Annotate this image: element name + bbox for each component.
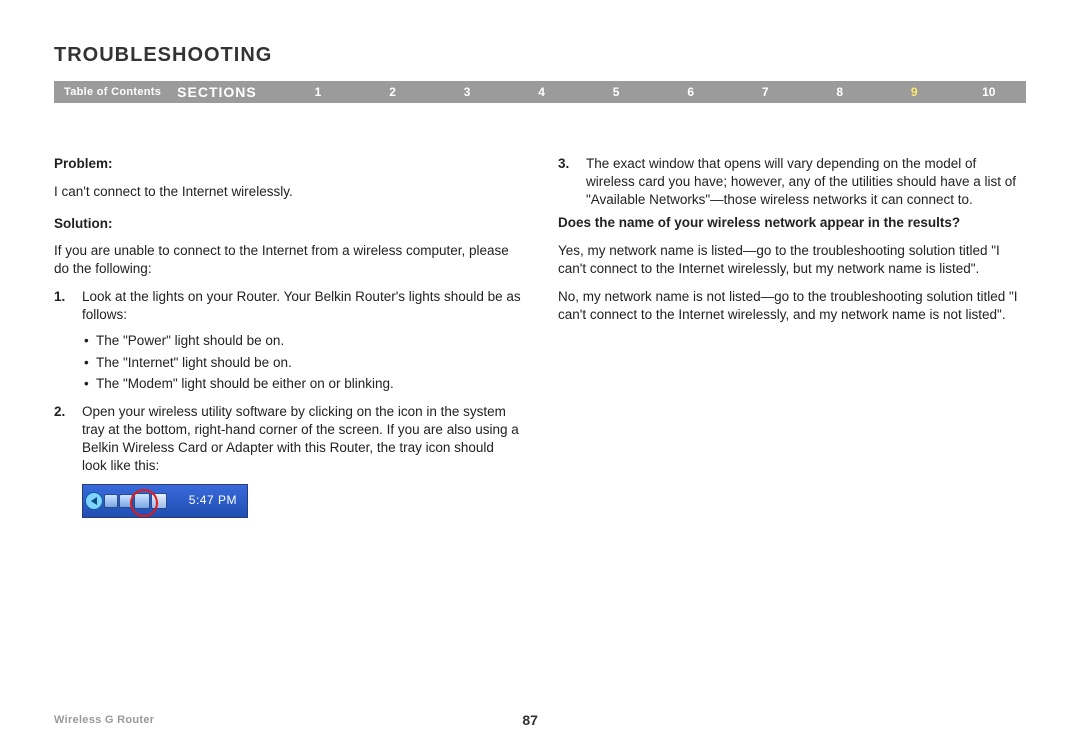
bullet-internet: •The "Internet" light should be on. [82,354,522,372]
bullet-dot-icon: • [82,332,96,350]
step-list: 1. Look at the lights on your Router. Yo… [54,288,522,474]
bullet-modem: •The "Modem" light should be either on o… [82,375,522,393]
question-heading: Does the name of your wireless network a… [558,214,1026,232]
problem-label: Problem: [54,155,522,173]
bullet-text: The "Internet" light should be on. [96,354,292,372]
bullet-dot-icon: • [82,375,96,393]
section-link-8[interactable]: 8 [802,85,877,99]
tray-background: 5:47 PM [82,484,248,518]
step-1: 1. Look at the lights on your Router. Yo… [54,288,522,397]
solution-label: Solution: [54,215,522,233]
step-1-bullets: •The "Power" light should be on. •The "I… [82,332,522,393]
section-link-10[interactable]: 10 [952,85,1027,99]
system-tray-screenshot: 5:47 PM [82,484,248,518]
tray-icon-1 [104,494,118,508]
section-numbers: 1 2 3 4 5 6 7 8 9 10 [281,85,1026,99]
step-2-text: Open your wireless utility software by c… [82,404,519,472]
answer-no: No, my network name is not listed—go to … [558,288,1026,324]
right-column: 3. The exact window that opens will vary… [558,155,1026,518]
bullet-dot-icon: • [82,354,96,372]
content-columns: Problem: I can't connect to the Internet… [54,155,1026,518]
answer-yes: Yes, my network name is listed—go to the… [558,242,1026,278]
footer-page-number: 87 [522,712,538,728]
section-link-5[interactable]: 5 [579,85,654,99]
step-2-number: 2. [54,403,82,474]
bullet-text: The "Modem" light should be either on or… [96,375,394,393]
bullet-power: •The "Power" light should be on. [82,332,522,350]
document-page: TROUBLESHOOTING Table of Contents SECTIO… [0,0,1080,756]
step-2: 2. Open your wireless utility software b… [54,403,522,474]
step-3: 3. The exact window that opens will vary… [558,155,1026,208]
step-1-text: Look at the lights on your Router. Your … [82,289,521,322]
section-link-6[interactable]: 6 [653,85,728,99]
section-link-7[interactable]: 7 [728,85,803,99]
page-footer: Wireless G Router 87 [54,712,1026,728]
problem-text: I can't connect to the Internet wireless… [54,183,522,201]
bullet-text: The "Power" light should be on. [96,332,284,350]
tray-icons [83,492,167,510]
footer-product: Wireless G Router [54,714,154,726]
left-column: Problem: I can't connect to the Internet… [54,155,522,518]
tray-clock: 5:47 PM [189,493,247,509]
section-navbar: Table of Contents SECTIONS 1 2 3 4 5 6 7… [54,81,1026,103]
section-link-9[interactable]: 9 [877,85,952,99]
solution-intro: If you are unable to connect to the Inte… [54,242,522,278]
section-link-3[interactable]: 3 [430,85,505,99]
step-3-text: The exact window that opens will vary de… [586,156,1016,207]
step-3-number: 3. [558,155,586,208]
step-1-number: 1. [54,288,82,397]
tray-expand-icon [85,492,103,510]
section-link-1[interactable]: 1 [281,85,356,99]
toc-link[interactable]: Table of Contents [54,86,177,98]
page-title: TROUBLESHOOTING [54,44,1026,67]
tray-wireless-icon [134,493,150,509]
section-link-4[interactable]: 4 [504,85,579,99]
sections-label: SECTIONS [177,84,281,100]
section-link-2[interactable]: 2 [355,85,430,99]
